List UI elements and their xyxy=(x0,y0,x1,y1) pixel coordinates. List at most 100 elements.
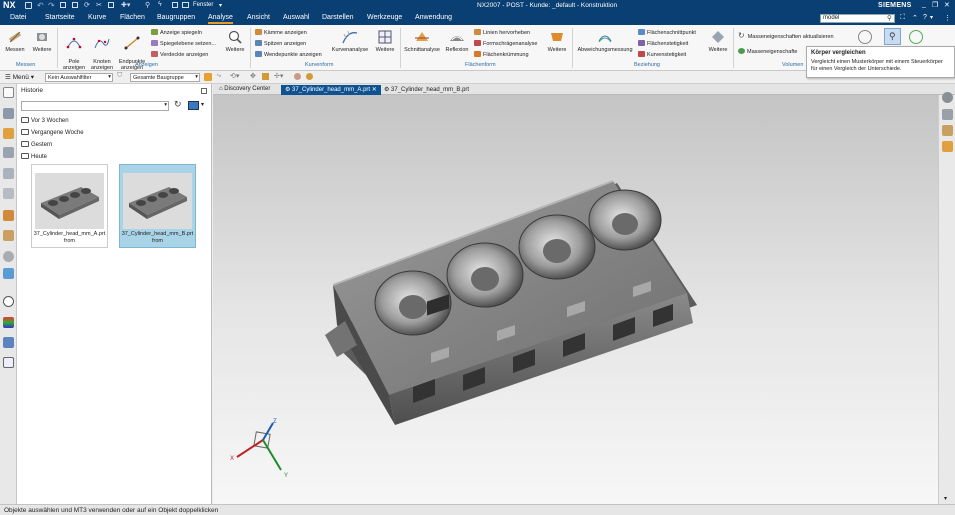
layout-icon[interactable] xyxy=(182,2,189,8)
messen-button[interactable]: Messen xyxy=(4,29,26,53)
maximize-panel-icon[interactable] xyxy=(201,88,207,94)
knoten-anzeigen-button[interactable]: Knoten anzeigen xyxy=(89,29,115,71)
weitere-flaechenform-button[interactable]: Weitere xyxy=(545,29,569,53)
body-check-icon[interactable] xyxy=(858,30,872,44)
verdeckte-anzeigen-button[interactable]: Verdeckte anzeigen xyxy=(151,51,208,59)
wendepunkte-anzeigen-button[interactable]: Wendepunkte anzeigen xyxy=(255,51,322,59)
scissors-icon[interactable]: ✂ xyxy=(96,1,102,9)
menu-button[interactable]: ☰ Menü ▾ xyxy=(5,73,34,81)
masseneigenschaften-button[interactable]: Masseneigenschafte xyxy=(738,48,797,56)
window-menu[interactable]: Fenster xyxy=(193,2,213,8)
folder-vergangene-woche[interactable]: Vergangene Woche xyxy=(21,129,84,136)
flaechenschnittpunkt-button[interactable]: Flächenschnittpunkt xyxy=(638,29,696,37)
render-style-icon[interactable] xyxy=(942,125,953,136)
kaemme-anzeigen-button[interactable]: Kämme anzeigen xyxy=(255,29,307,37)
spitzen-anzeigen-button[interactable]: Spitzen anzeigen xyxy=(255,40,306,48)
restore-icon[interactable]: ❐ xyxy=(932,1,938,9)
snap-icon[interactable] xyxy=(204,73,212,81)
folder-heute[interactable]: Heute xyxy=(21,153,47,160)
cross-icon[interactable]: ✢▾ xyxy=(274,72,283,80)
microphone-icon[interactable]: ⚲ xyxy=(145,1,150,9)
repeat-icon[interactable]: ⟳ xyxy=(84,1,90,9)
flaechenstetigkeit-button[interactable]: Flächenstetigkeit xyxy=(638,40,688,48)
spiegelebene-setzen-button[interactable]: Spiegelebene setzen... xyxy=(151,40,216,48)
menu-baugruppen[interactable]: Baugruppen xyxy=(157,14,195,21)
help-icon[interactable]: ? xyxy=(923,14,927,21)
fullscreen-icon[interactable]: ⛶ xyxy=(900,14,905,22)
search-icon[interactable]: ⚲ xyxy=(887,14,892,22)
history-filter-dropdown[interactable]: ▾ xyxy=(21,101,169,111)
koerper-vergleichen-button[interactable]: ⚲ xyxy=(884,28,901,45)
menu-flaechen[interactable]: Flächen xyxy=(120,14,145,21)
part-navigator-icon[interactable] xyxy=(3,108,14,119)
history-clock-icon[interactable] xyxy=(3,296,14,307)
schnittanalyse-button[interactable]: Schnittanalyse xyxy=(404,29,440,53)
menu-ansicht[interactable]: Ansicht xyxy=(247,14,270,21)
view-mode-chevron-icon[interactable]: ▾ xyxy=(201,101,204,108)
section-view-icon[interactable] xyxy=(942,141,953,152)
reuse-library-icon[interactable] xyxy=(3,168,14,179)
sphere-icon[interactable] xyxy=(294,73,301,80)
abweichungsmessung-button[interactable]: Abweichungsmessung xyxy=(576,29,634,53)
roles-icon[interactable] xyxy=(3,317,14,328)
command-finder-icon[interactable]: ✚▾ xyxy=(121,1,130,9)
kurvenstetigkeit-button[interactable]: Kurvenstetigkeit xyxy=(638,51,686,59)
palette-icon[interactable] xyxy=(3,268,14,279)
reflexion-button[interactable]: Reflexion xyxy=(444,29,470,53)
hd3d-icon[interactable] xyxy=(3,188,14,199)
undo-icon[interactable]: ↶ xyxy=(37,1,44,10)
shaded-sphere-icon[interactable] xyxy=(306,73,313,80)
system-materials-icon[interactable] xyxy=(3,251,14,262)
copy-icon[interactable] xyxy=(60,2,66,8)
settings-gear-icon[interactable] xyxy=(3,87,14,98)
point-icon[interactable] xyxy=(262,73,269,80)
close-tab-icon[interactable]: ✕ xyxy=(370,87,377,93)
assembly-navigator-icon[interactable] xyxy=(3,128,14,139)
graphics-window[interactable]: Z X Y xyxy=(213,95,938,504)
flash-icon[interactable]: ϟ xyxy=(158,1,162,8)
view-icon[interactable] xyxy=(108,2,114,8)
menu-auswahl[interactable]: Auswahl xyxy=(283,14,309,21)
masseneigenschaften-aktualisieren-button[interactable]: ↻ Masseneigenschaften aktualisieren xyxy=(738,32,834,41)
command-search-input[interactable]: model xyxy=(823,15,839,21)
collapse-ribbon-icon[interactable]: ⌃ xyxy=(912,14,918,22)
redo-icon[interactable]: ↷ xyxy=(48,1,55,10)
selection-filter-dropdown[interactable]: Kein Auswahlfilter ▾ xyxy=(45,73,113,82)
weitere-anzeigen-button[interactable]: Weitere xyxy=(223,29,247,53)
flaechenkruemmung-button[interactable]: Flächenkrümmung xyxy=(474,51,529,59)
menu-darstellen[interactable]: Darstellen xyxy=(322,14,354,21)
scope-dropdown[interactable]: Gesamte Baugruppe ▾ xyxy=(130,73,200,82)
filter-icon[interactable]: ⛉ xyxy=(117,72,122,80)
minimize-icon[interactable]: _ xyxy=(922,1,926,8)
view-mode-icon[interactable] xyxy=(188,101,199,110)
select-icon[interactable]: ⤷ xyxy=(217,72,221,80)
formschraegenanalyse-button[interactable]: Formschrägenanalyse xyxy=(474,40,537,48)
constraint-navigator-icon[interactable] xyxy=(3,147,14,158)
layout-grid-icon[interactable] xyxy=(3,357,14,368)
weitere-beziehung-button[interactable]: Weitere xyxy=(706,29,730,53)
menu-anwendung[interactable]: Anwendung xyxy=(415,14,452,21)
close-window-icon[interactable]: ✕ xyxy=(944,1,950,9)
more-icon[interactable]: ⋮ xyxy=(944,14,951,22)
window-menu-chevron-icon[interactable]: ▾ xyxy=(219,2,222,9)
scroll-down-icon[interactable]: ▾ xyxy=(944,495,947,502)
interference-icon[interactable] xyxy=(909,30,923,44)
menu-kurve[interactable]: Kurve xyxy=(88,14,106,21)
tab-cylinder-head-b[interactable]: ⚙ 37_Cylinder_head_mm_B.prt xyxy=(380,85,473,95)
pan-icon[interactable]: ✥ xyxy=(250,72,256,80)
process-studio-icon[interactable] xyxy=(3,230,14,241)
view-orient-icon[interactable] xyxy=(942,92,953,103)
kurvenanalyse-button[interactable]: Kurvenanalyse xyxy=(331,29,369,53)
rotate-icon[interactable]: ⟲▾ xyxy=(230,72,239,80)
command-search-box[interactable]: model ⚲ xyxy=(820,14,895,23)
history-thumb-b[interactable]: 37_Cylinder_head_mm_B.prt from xyxy=(119,164,196,248)
menu-startseite[interactable]: Startseite xyxy=(45,14,75,21)
folder-gestern[interactable]: Gestern xyxy=(21,141,52,148)
menu-datei[interactable]: Datei xyxy=(10,14,26,21)
weitere-kurvenform-button[interactable]: Weitere xyxy=(373,29,397,53)
menu-werkzeuge[interactable]: Werkzeuge xyxy=(367,14,402,21)
help-chevron-icon[interactable]: ▾ xyxy=(930,14,933,21)
window-icon[interactable] xyxy=(172,2,178,8)
folder-vor-3-wochen[interactable]: Vor 3 Wochen xyxy=(21,117,69,124)
weitere-messen-button[interactable]: Weitere xyxy=(30,29,54,53)
